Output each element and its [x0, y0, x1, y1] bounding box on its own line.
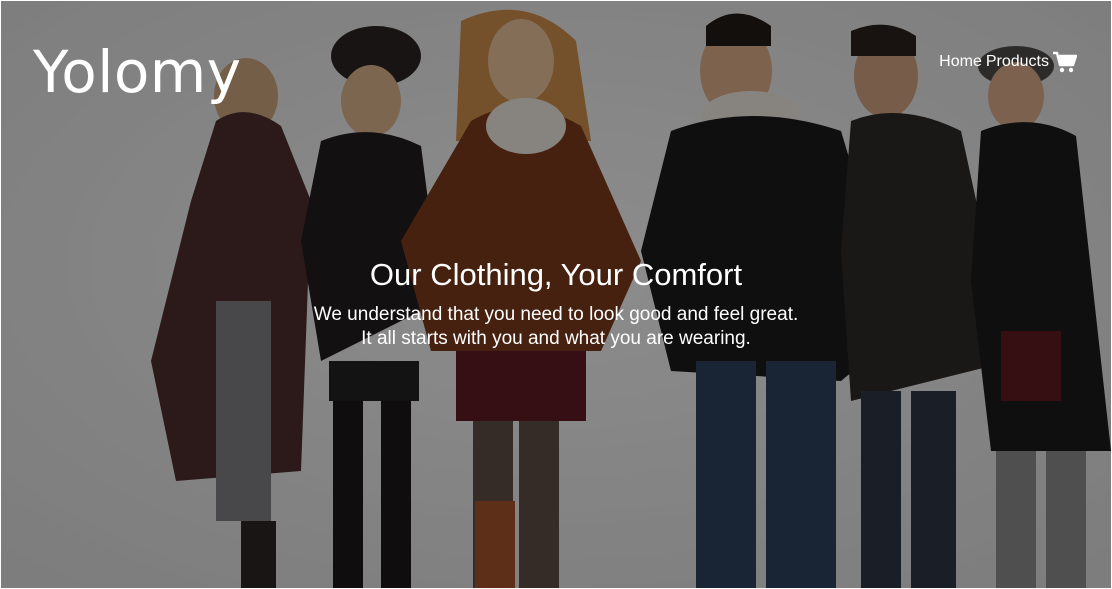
- nav-link-products[interactable]: Products: [986, 53, 1049, 71]
- hero-tagline-line: We understand that you need to look good…: [313, 304, 799, 325]
- hero-banner: Yolomy Home Products Our Clothing, Your …: [1, 1, 1111, 588]
- shopping-cart-icon[interactable]: [1053, 51, 1078, 73]
- hero-tagline-line: It all starts with you and what you are …: [361, 328, 751, 349]
- nav-link-home[interactable]: Home: [939, 53, 982, 71]
- brand-logo[interactable]: Yolomy: [33, 40, 242, 105]
- hero-headline: Our Clothing, Your Comfort: [369, 257, 743, 292]
- main-nav: Home Products: [939, 51, 1078, 73]
- hero-tagline: We understand that you need to look good…: [1, 303, 1111, 351]
